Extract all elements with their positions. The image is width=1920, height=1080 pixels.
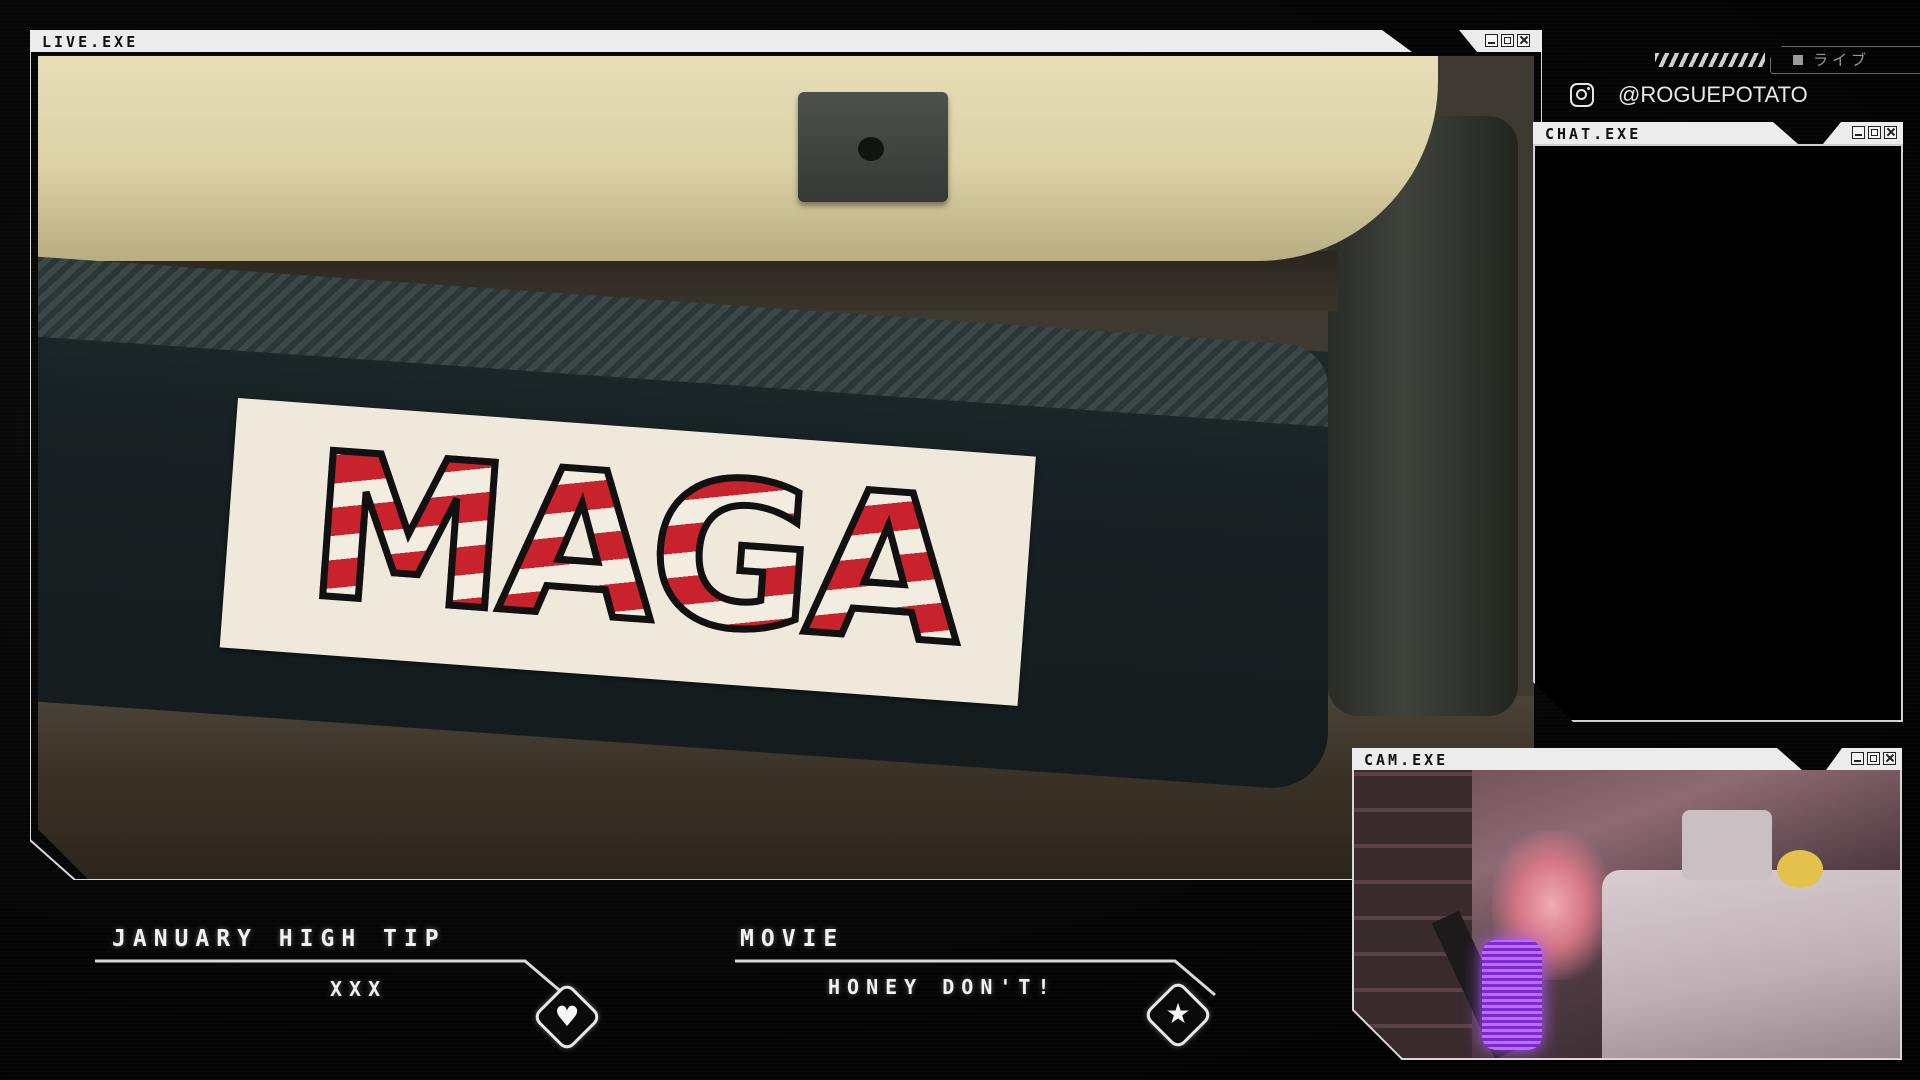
minimize-icon[interactable] xyxy=(1851,752,1864,765)
minimize-icon[interactable] xyxy=(1485,34,1498,47)
star-icon: ★ xyxy=(1165,997,1191,1030)
bumper-sticker-text: MAGA xyxy=(260,409,1005,692)
close-icon[interactable] xyxy=(1884,126,1897,139)
maximize-icon[interactable] xyxy=(1867,752,1880,765)
maximize-icon[interactable] xyxy=(1501,34,1514,47)
microphone-icon xyxy=(1482,940,1542,1050)
live-titlebar[interactable]: LIVE.EXE xyxy=(30,30,1412,52)
social-handle-text: @ROGUEPOTATO xyxy=(1618,82,1808,107)
stream-video: MAGA xyxy=(38,56,1534,879)
chat-titlebar[interactable]: CHAT.EXE xyxy=(1533,122,1798,144)
live-window-title: LIVE.EXE xyxy=(42,33,139,51)
instagram-icon xyxy=(1570,83,1594,107)
social-handle[interactable]: @ROGUEPOTATO xyxy=(1570,80,1920,114)
maximize-icon[interactable] xyxy=(1868,126,1881,139)
live-status-tag: ライブ xyxy=(1655,46,1920,74)
stripe-decoration xyxy=(1655,53,1765,67)
chat-window: CHAT.EXE xyxy=(1533,122,1903,722)
chat-area[interactable] xyxy=(1533,144,1903,722)
cam-titlebar[interactable]: CAM.EXE xyxy=(1352,748,1802,770)
chat-window-title: CHAT.EXE xyxy=(1545,125,1642,143)
close-icon[interactable] xyxy=(1883,752,1896,765)
tip-panel-value: XXX xyxy=(330,977,388,1001)
cam-window-controls xyxy=(1826,748,1902,770)
webcam-feed xyxy=(1352,770,1902,1060)
movie-panel-title: MOVIE xyxy=(740,926,845,952)
minimize-icon[interactable] xyxy=(1852,126,1865,139)
heart-icon: ♥ xyxy=(554,1000,580,1033)
movie-panel-value: HONEY DON'T! xyxy=(828,975,1057,999)
live-window: LIVE.EXE MAGA xyxy=(30,30,1542,880)
live-label: ライブ xyxy=(1813,51,1871,69)
chat-window-controls xyxy=(1823,122,1903,144)
close-icon[interactable] xyxy=(1517,34,1530,47)
tip-panel-title: JANUARY HIGH TIP xyxy=(112,926,446,952)
cam-window: CAM.EXE xyxy=(1352,748,1902,1060)
live-dot-icon xyxy=(1793,55,1803,65)
cam-window-title: CAM.EXE xyxy=(1364,751,1449,769)
live-window-controls xyxy=(1459,30,1542,52)
